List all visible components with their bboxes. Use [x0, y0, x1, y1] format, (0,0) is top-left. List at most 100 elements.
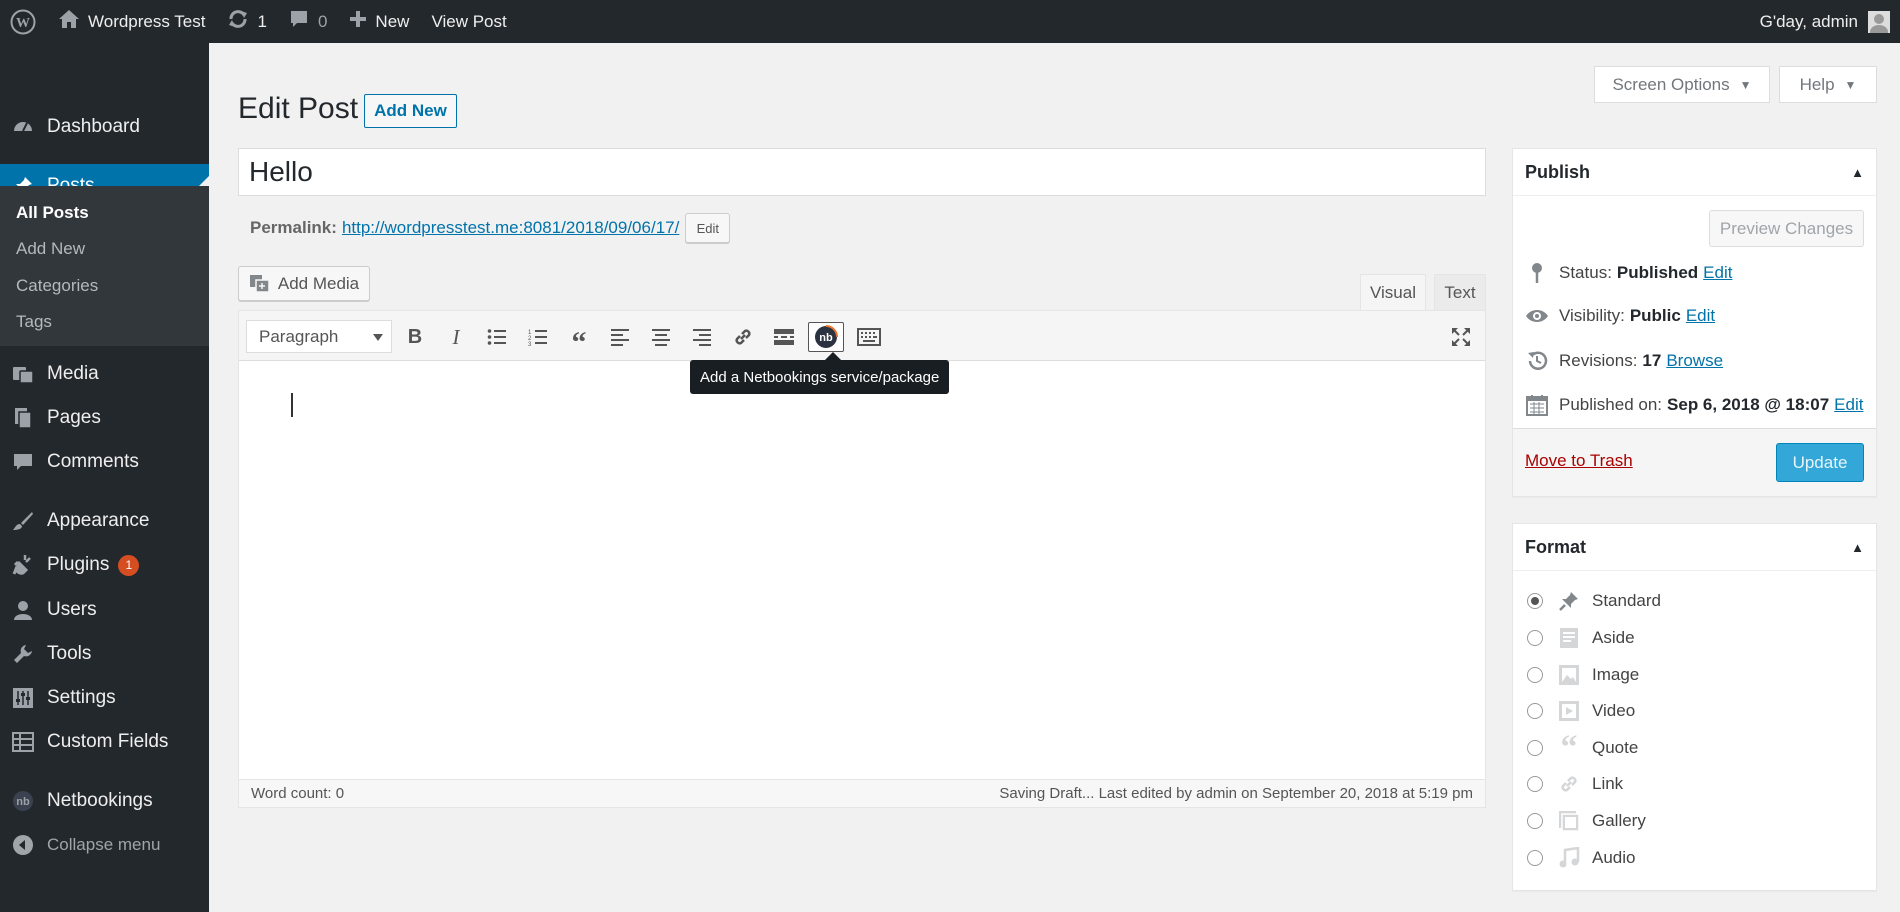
submenu-all-posts[interactable]: All Posts	[16, 203, 89, 223]
browse-revisions-link[interactable]: Browse	[1666, 351, 1723, 371]
netbookings-insert-button[interactable]: nb	[808, 322, 844, 352]
tab-visual[interactable]: Visual	[1360, 274, 1426, 310]
sidebar-item-comments[interactable]: Comments	[0, 440, 209, 484]
help-button[interactable]: Help ▼	[1779, 66, 1877, 103]
permalink-url[interactable]: http://wordpresstest.me:8081/2018/09/06/…	[342, 218, 679, 238]
sidebar-item-dashboard[interactable]: Dashboard	[0, 105, 209, 149]
sidebar-item-custom-fields[interactable]: Custom Fields	[0, 720, 209, 764]
format-radio-quote[interactable]	[1527, 740, 1543, 756]
new-content-link[interactable]: New	[338, 0, 420, 43]
format-option-aside[interactable]: Aside	[1527, 626, 1635, 650]
sidebar-item-pages[interactable]: Pages	[0, 396, 209, 440]
collapse-triangle-icon[interactable]: ▲	[1851, 540, 1864, 555]
text-cursor	[291, 393, 293, 417]
video-icon	[1557, 699, 1581, 723]
collapse-menu-button[interactable]: Collapse menu	[0, 823, 209, 867]
add-new-button[interactable]: Add New	[364, 94, 457, 128]
collapse-triangle-icon[interactable]: ▲	[1851, 165, 1864, 180]
collapse-menu-label: Collapse menu	[47, 835, 161, 854]
published-date-row: Published on: Sep 6, 2018 @ 18:07 Edit	[1525, 394, 1863, 416]
format-radio-gallery[interactable]	[1527, 813, 1543, 829]
update-button[interactable]: Update	[1776, 443, 1864, 482]
format-option-standard[interactable]: Standard	[1527, 589, 1661, 613]
numbered-list-icon: 123	[528, 330, 547, 346]
sidebar-item-appearance[interactable]: Appearance	[0, 499, 209, 543]
add-media-icon	[249, 274, 271, 294]
quote-icon: “	[1560, 729, 1578, 766]
screen-options-button[interactable]: Screen Options ▼	[1594, 66, 1770, 103]
updates-link[interactable]: 1	[216, 0, 277, 43]
publish-box-header[interactable]: Publish ▲	[1513, 149, 1876, 196]
italic-icon: I	[452, 324, 460, 349]
format-option-label: Link	[1592, 774, 1624, 793]
bulleted-list-button[interactable]	[481, 322, 513, 352]
align-left-button[interactable]	[604, 322, 636, 352]
toolbar-toggle-button[interactable]	[853, 322, 885, 352]
sidebar-item-media[interactable]: Media	[0, 352, 209, 396]
edit-date-link[interactable]: Edit	[1834, 395, 1863, 415]
site-name-link[interactable]: Wordpress Test	[47, 0, 216, 43]
netbookings-logo-icon: nb	[815, 325, 838, 348]
fullscreen-button[interactable]	[1445, 322, 1477, 352]
edit-visibility-link[interactable]: Edit	[1686, 306, 1715, 326]
bold-button[interactable]: B	[399, 322, 431, 352]
submenu-tags[interactable]: Tags	[16, 312, 52, 332]
format-box-header[interactable]: Format ▲	[1513, 524, 1876, 571]
sidebar-item-label: Pages	[47, 407, 101, 428]
format-radio-standard[interactable]	[1527, 593, 1543, 609]
submenu-categories[interactable]: Categories	[16, 276, 98, 296]
svg-text:3: 3	[528, 342, 532, 346]
sidebar-item-label: Users	[47, 599, 97, 620]
sidebar-item-tools[interactable]: Tools	[0, 632, 209, 676]
comments-link[interactable]: 0	[278, 0, 338, 43]
insert-link-button[interactable]	[727, 322, 759, 352]
format-option-link[interactable]: Link	[1527, 772, 1623, 796]
pages-icon	[12, 407, 34, 429]
format-option-quote[interactable]: “ Quote	[1527, 729, 1638, 766]
format-box-title: Format	[1525, 536, 1587, 557]
permalink-edit-button[interactable]: Edit	[685, 213, 731, 243]
format-option-gallery[interactable]: Gallery	[1527, 809, 1646, 833]
sidebar-item-settings[interactable]: Settings	[0, 676, 209, 720]
help-label: Help	[1799, 74, 1835, 94]
my-account[interactable]: G'day, admin	[1760, 0, 1900, 43]
submenu-add-new[interactable]: Add New	[16, 239, 85, 259]
italic-button[interactable]: I	[440, 322, 472, 352]
autosave-status: Saving Draft... Last edited by admin on …	[999, 785, 1473, 802]
aside-icon	[1557, 626, 1581, 650]
format-option-image[interactable]: Image	[1527, 663, 1639, 687]
format-radio-image[interactable]	[1527, 667, 1543, 683]
align-center-button[interactable]	[645, 322, 677, 352]
netbookings-tooltip: Add a Netbookings service/package	[690, 352, 950, 394]
svg-text:nb: nb	[16, 796, 30, 808]
editor-content-area[interactable]	[239, 361, 1485, 781]
move-to-trash-link[interactable]: Move to Trash	[1525, 451, 1633, 471]
format-radio-link[interactable]	[1527, 776, 1543, 792]
tab-text[interactable]: Text	[1434, 274, 1486, 310]
preview-changes-button[interactable]: Preview Changes	[1709, 210, 1864, 247]
view-post-link[interactable]: View Post	[420, 0, 517, 43]
post-title-input[interactable]: Hello	[238, 148, 1486, 196]
format-select[interactable]: Paragraph	[246, 320, 392, 353]
align-right-button[interactable]	[686, 322, 718, 352]
sidebar-item-users[interactable]: Users	[0, 588, 209, 632]
format-radio-aside[interactable]	[1527, 630, 1543, 646]
wordpress-logo-icon[interactable]: W	[0, 0, 47, 43]
wrench-icon	[12, 643, 34, 665]
edit-status-link[interactable]: Edit	[1703, 263, 1732, 283]
dashboard-icon	[12, 116, 34, 138]
numbered-list-button[interactable]: 123	[522, 322, 554, 352]
format-option-audio[interactable]: Audio	[1527, 846, 1635, 870]
dropdown-arrow-icon	[373, 334, 383, 341]
format-option-label: Video	[1592, 701, 1636, 720]
blockquote-button[interactable]: “	[563, 322, 595, 358]
read-more-button[interactable]	[768, 322, 800, 352]
format-option-video[interactable]: Video	[1527, 699, 1635, 723]
format-radio-audio[interactable]	[1527, 850, 1543, 866]
align-right-icon	[693, 329, 711, 346]
format-radio-video[interactable]	[1527, 703, 1543, 719]
add-media-button[interactable]: Add Media	[238, 266, 370, 301]
sidebar-item-plugins[interactable]: Plugins 1	[0, 543, 209, 587]
bold-icon: B	[407, 325, 423, 348]
sidebar-item-netbookings[interactable]: nb Netbookings	[0, 779, 209, 823]
